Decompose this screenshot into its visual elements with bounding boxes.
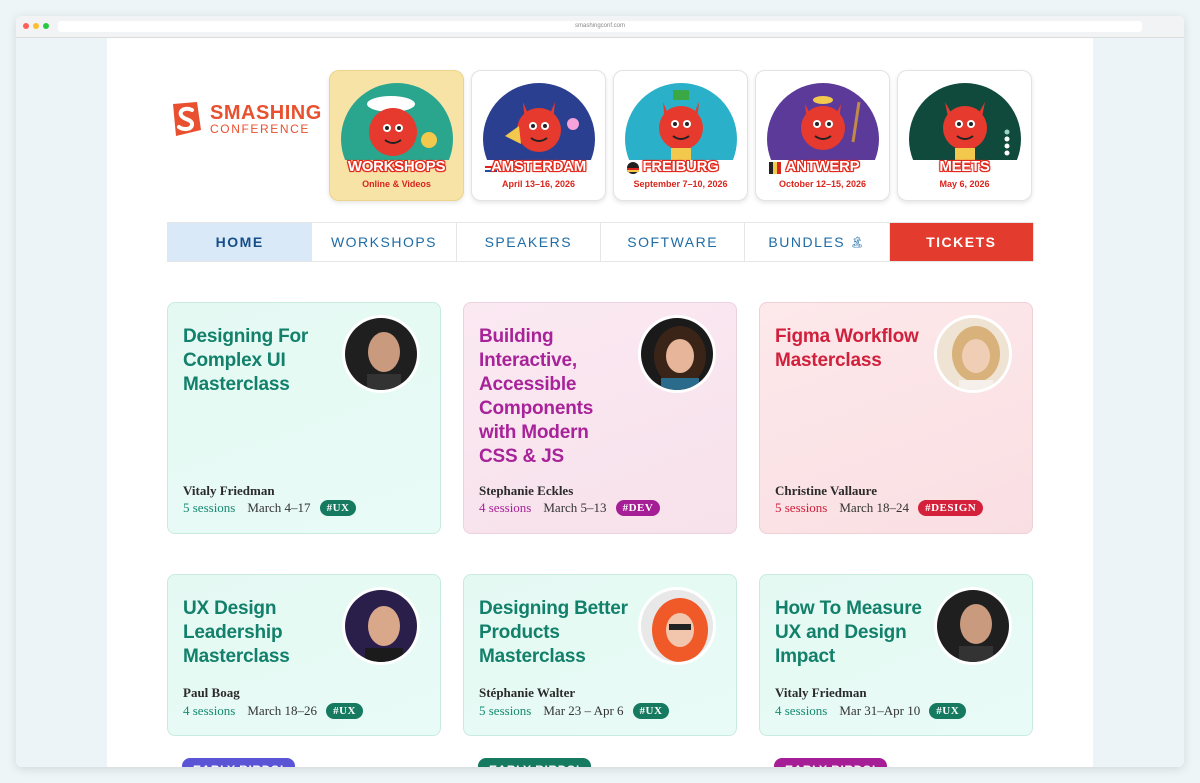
topic-tag[interactable]: #UX: [319, 500, 357, 516]
palm-tree-icon: 🏝: [850, 236, 866, 249]
event-subtitle: September 7–10, 2026: [633, 179, 728, 189]
workshop-author: Paul Boag: [183, 685, 240, 700]
session-count: 5 sessions: [479, 703, 532, 718]
page-content: SMASHING CONFERENCE WORKSHOPS Online & V: [107, 38, 1093, 767]
smashing-logo[interactable]: SMASHING CONFERENCE: [167, 100, 322, 138]
nav-home[interactable]: HOME: [168, 223, 313, 261]
session-count: 5 sessions: [775, 500, 828, 515]
workshop-title: Building Interactive, Accessible Compone…: [479, 326, 594, 467]
smashing-logo-icon: [173, 102, 201, 136]
workshop-author: Vitaly Friedman: [183, 483, 275, 498]
early-birds-badge: EARLY BIRDS!: [478, 758, 592, 767]
event-subtitle: April 13–16, 2026: [501, 179, 576, 189]
event-title: WORKSHOPS: [347, 158, 446, 175]
session-count: 4 sessions: [775, 703, 828, 718]
avatar: [934, 315, 1012, 393]
workshop-card[interactable]: Designing For Complex UI Masterclass Vit…: [167, 302, 441, 534]
event-card-freiburg[interactable]: FREIBURG September 7–10, 2026: [613, 70, 748, 201]
workshop-author: Stéphanie Walter: [479, 685, 576, 700]
workshop-card[interactable]: Designing Better Products Masterclass St…: [463, 574, 737, 736]
workshop-title: Designing Better Products Masterclass: [479, 598, 628, 667]
event-card-amsterdam[interactable]: AMSTERDAM April 13–16, 2026: [471, 70, 606, 201]
workshop-title: Figma Workflow Masterclass: [775, 326, 919, 371]
address-bar[interactable]: smashingconf.com: [58, 21, 1142, 32]
workshop-card[interactable]: Building Interactive, Accessible Compone…: [463, 302, 737, 534]
workshop-dates: Mar 31–Apr 10: [839, 703, 921, 718]
session-count: 5 sessions: [183, 500, 236, 515]
event-card-workshops[interactable]: WORKSHOPS Online & Videos: [329, 70, 464, 201]
event-title: AMSTERDAM: [491, 158, 586, 175]
event-subtitle: October 12–15, 2026: [778, 179, 867, 189]
early-birds-badge: EARLY BIRDS!: [182, 758, 296, 767]
topic-tag[interactable]: #UX: [326, 703, 363, 719]
workshop-title: How To Measure UX and Design Impact: [775, 598, 922, 667]
workshop-dates: March 4–17: [247, 500, 311, 515]
nav-tickets[interactable]: TICKETS: [889, 223, 1033, 261]
browser-window: smashingconf.com SMASHING CONFERENCE WOR…: [16, 16, 1184, 767]
workshop-card[interactable]: UX Design Leadership Masterclass Paul Bo…: [167, 574, 441, 736]
workshop-dates: March 18–26: [247, 703, 318, 718]
event-card-antwerp[interactable]: ANTWERP October 12–15, 2026: [755, 70, 890, 201]
event-title: MEETS: [939, 158, 990, 175]
avatar: [934, 587, 1012, 665]
workshop-title: UX Design Leadership Masterclass: [183, 598, 290, 667]
workshop-meta: 5 sessions Mar 23 – Apr 6 #UX: [479, 703, 670, 719]
workshop-dates: March 5–13: [543, 500, 607, 515]
workshop-meta: 5 sessions March 4–17 #UX: [183, 500, 357, 516]
session-count: 4 sessions: [479, 500, 532, 515]
workshop-meta: 4 sessions Mar 31–Apr 10 #UX: [775, 703, 967, 719]
nav-bundles-label: BUNDLES: [768, 234, 846, 250]
workshop-dates: Mar 23 – Apr 6: [543, 703, 624, 718]
nav-bundles[interactable]: BUNDLES 🏝: [745, 223, 890, 261]
workshop-dates: March 18–24: [839, 500, 910, 515]
avatar: [342, 587, 420, 665]
event-subtitle: Online & Videos: [362, 179, 431, 189]
workshop-meta: 4 sessions March 5–13 #DEV: [479, 500, 661, 516]
avatar: [342, 315, 420, 393]
event-cards: WORKSHOPS Online & Videos AMSTERDAM Apri…: [329, 70, 1032, 201]
nav-workshops[interactable]: WORKSHOPS: [312, 223, 457, 261]
maximize-window-dot[interactable]: [43, 23, 49, 29]
topic-tag[interactable]: #DESIGN: [918, 500, 984, 516]
workshop-meta: 4 sessions March 18–26 #UX: [183, 703, 363, 719]
logo-title: SMASHING: [210, 101, 322, 124]
event-title: ANTWERP: [785, 158, 860, 175]
logo-subtitle: CONFERENCE: [210, 121, 311, 136]
event-title: FREIBURG: [642, 158, 719, 175]
workshop-author: Vitaly Friedman: [775, 685, 867, 700]
close-window-dot[interactable]: [23, 23, 29, 29]
minimize-window-dot[interactable]: [33, 23, 39, 29]
workshop-author: Christine Vallaure: [775, 483, 877, 498]
event-card-meets[interactable]: MEETS May 6, 2026: [897, 70, 1032, 201]
topic-tag[interactable]: #UX: [632, 703, 670, 719]
workshop-card[interactable]: Figma Workflow Masterclass Christine Val…: [759, 302, 1033, 534]
topic-tag[interactable]: #DEV: [615, 500, 661, 516]
nav-software[interactable]: SOFTWARE: [600, 223, 746, 261]
nav-speakers[interactable]: SPEAKERS: [456, 223, 601, 261]
event-subtitle: May 6, 2026: [939, 179, 990, 189]
workshop-card[interactable]: How To Measure UX and Design Impact Vita…: [759, 574, 1033, 736]
avatar: [638, 315, 716, 393]
browser-toolbar: smashingconf.com: [16, 16, 1184, 38]
workshop-author: Stephanie Eckles: [479, 483, 574, 498]
early-birds-badge: EARLY BIRDS!: [774, 758, 888, 767]
avatar: [638, 587, 716, 665]
window-controls: [23, 23, 49, 29]
main-navigation: HOME WORKSHOPS SPEAKERS SOFTWARE BUNDLES…: [167, 222, 1034, 262]
topic-tag[interactable]: #UX: [929, 703, 967, 719]
session-count: 4 sessions: [183, 703, 236, 718]
workshop-title: Designing For Complex UI Masterclass: [183, 326, 309, 395]
workshop-meta: 5 sessions March 18–24 #DESIGN: [775, 500, 984, 516]
